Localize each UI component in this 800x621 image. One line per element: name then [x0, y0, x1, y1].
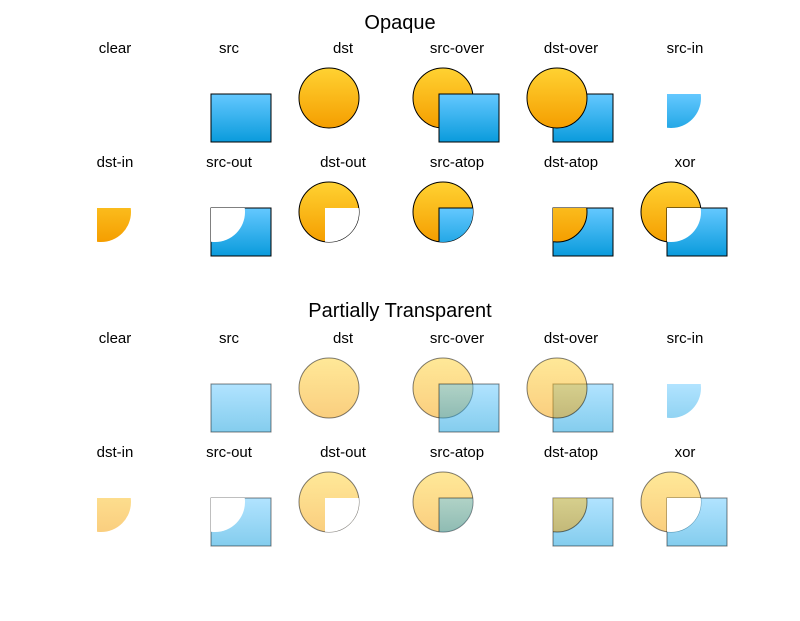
mode-label: dst	[286, 330, 400, 347]
cell-dst-atop: dst-atop	[514, 154, 628, 268]
diagram-src-in	[635, 64, 735, 154]
mode-label: src-atop	[400, 154, 514, 171]
mode-label: src-over	[400, 330, 514, 347]
mode-label: dst-atop	[514, 444, 628, 461]
mode-label: src	[172, 330, 286, 347]
section-title: Partially Transparent	[0, 300, 800, 323]
mode-label: clear	[58, 330, 172, 347]
cell-dst-in: dst-in	[58, 444, 172, 558]
mode-label: dst-out	[286, 154, 400, 171]
cell-src-over: src-over	[400, 330, 514, 444]
diagram-clear	[65, 64, 165, 154]
diagram-dst-over	[521, 354, 621, 444]
mode-label: dst-over	[514, 330, 628, 347]
cell-src-out: src-out	[172, 154, 286, 268]
mode-label: src-out	[172, 154, 286, 171]
cell-clear: clear	[58, 40, 172, 154]
mode-label: src-in	[628, 330, 742, 347]
diagram-dst	[293, 354, 393, 444]
cell-xor: xor	[628, 154, 742, 268]
diagram-dst-atop	[521, 178, 621, 268]
cell-src-in: src-in	[628, 40, 742, 154]
diagram-dst-in	[65, 178, 165, 268]
cell-dst-in: dst-in	[58, 154, 172, 268]
cell-src: src	[172, 330, 286, 444]
diagram-src-atop	[407, 468, 507, 558]
mode-label: src-out	[172, 444, 286, 461]
diagram-src	[179, 354, 279, 444]
cell-src: src	[172, 40, 286, 154]
cell-dst-out: dst-out	[286, 154, 400, 268]
diagram-dst	[293, 64, 393, 154]
diagram-src-out	[179, 468, 279, 558]
cell-dst: dst	[286, 330, 400, 444]
cell-clear: clear	[58, 330, 172, 444]
cell-src-atop: src-atop	[400, 444, 514, 558]
mode-label: dst-in	[58, 444, 172, 461]
diagram-xor	[635, 468, 735, 558]
cell-xor: xor	[628, 444, 742, 558]
mode-label: dst-atop	[514, 154, 628, 171]
cell-dst-out: dst-out	[286, 444, 400, 558]
diagram-xor	[635, 178, 735, 268]
diagram-src-out	[179, 178, 279, 268]
cell-dst: dst	[286, 40, 400, 154]
mode-label: dst-in	[58, 154, 172, 171]
cell-src-in: src-in	[628, 330, 742, 444]
diagram-dst-atop	[521, 468, 621, 558]
mode-label: dst	[286, 40, 400, 57]
mode-label: xor	[628, 154, 742, 171]
mode-label: src-over	[400, 40, 514, 57]
mode-label: clear	[58, 40, 172, 57]
diagram-src	[179, 64, 279, 154]
cell-src-atop: src-atop	[400, 154, 514, 268]
mode-label: src-atop	[400, 444, 514, 461]
mode-label: src	[172, 40, 286, 57]
cell-dst-over: dst-over	[514, 330, 628, 444]
diagram-src-over	[407, 64, 507, 154]
cell-dst-over: dst-over	[514, 40, 628, 154]
cell-src-out: src-out	[172, 444, 286, 558]
cell-dst-atop: dst-atop	[514, 444, 628, 558]
mode-label: src-in	[628, 40, 742, 57]
mode-grid: clearsrcdstsrc-overdst-oversrc-indst-ins…	[58, 40, 742, 268]
diagram-dst-in	[65, 468, 165, 558]
diagram-src-over	[407, 354, 507, 444]
diagram-src-atop	[407, 178, 507, 268]
diagram-src-in	[635, 354, 735, 444]
mode-label: xor	[628, 444, 742, 461]
section-title: Opaque	[0, 12, 800, 35]
cell-src-over: src-over	[400, 40, 514, 154]
mode-label: dst-over	[514, 40, 628, 57]
diagram-dst-out	[293, 468, 393, 558]
mode-grid: clearsrcdstsrc-overdst-oversrc-indst-ins…	[58, 330, 742, 558]
diagram-dst-out	[293, 178, 393, 268]
diagram-dst-over	[521, 64, 621, 154]
mode-label: dst-out	[286, 444, 400, 461]
diagram-clear	[65, 354, 165, 444]
